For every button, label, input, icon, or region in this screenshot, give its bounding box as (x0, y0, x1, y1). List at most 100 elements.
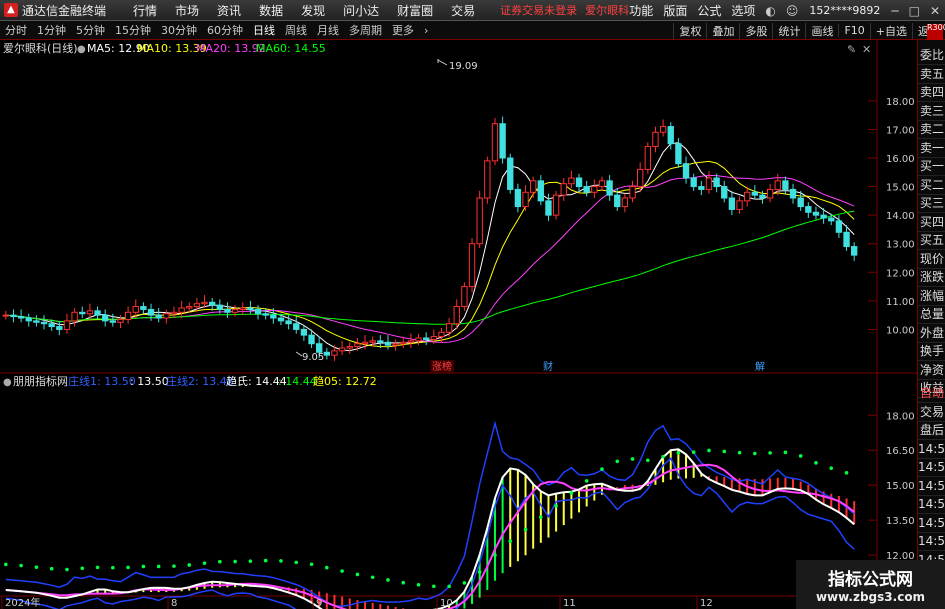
candle-body (805, 206, 812, 213)
side-tab-quote[interactable]: 涨跌 (918, 268, 945, 287)
marker-cai[interactable]: 财 (543, 360, 553, 373)
minimize-icon[interactable]: ─ (886, 4, 903, 18)
side-tab-quote[interactable]: 委比 (918, 46, 945, 65)
indicator-dot (309, 562, 314, 567)
menu-item-hangqing[interactable]: 行情 (124, 2, 166, 19)
period-1min[interactable]: 1分钟 (32, 22, 71, 38)
candle-body (277, 317, 285, 322)
candle-body (552, 194, 560, 216)
side-tab-trade[interactable]: 自动 (918, 384, 945, 403)
user-icon[interactable]: ☺ (781, 4, 804, 18)
chevron-right-icon[interactable]: › (419, 24, 433, 37)
side-tab-quote[interactable]: 卖二 (918, 120, 945, 139)
maximize-icon[interactable]: □ (904, 4, 925, 18)
side-tab-quote[interactable]: 现价 (918, 250, 945, 269)
close-panel-icon[interactable]: ✕ (862, 43, 871, 56)
f10-button[interactable]: F10 (838, 24, 869, 37)
side-tab-quote[interactable]: 外盘 (918, 324, 945, 343)
candle-body (499, 123, 506, 159)
period-15min[interactable]: 15分钟 (110, 22, 156, 38)
marker-zhangbang[interactable]: 涨榜 (432, 360, 452, 373)
side-tab-quote[interactable]: 涨幅 (918, 287, 945, 306)
menu-item-jiaoyi[interactable]: 交易 (442, 2, 484, 19)
high-price-label: 19.09 (449, 61, 478, 72)
main-y-tick-label: 18.00 (886, 97, 915, 108)
period-fenshi[interactable]: 分时 (0, 22, 32, 38)
candle-body (209, 301, 216, 306)
menu-xuanxiang[interactable]: 选项 (726, 2, 760, 19)
side-tab-quote[interactable]: 买二 (918, 176, 945, 195)
side-tab-quote[interactable]: 卖四 (918, 83, 945, 102)
candle-body (820, 214, 827, 219)
side-tab-trade[interactable]: 14:56 (918, 532, 945, 551)
indicator-dot (202, 561, 207, 565)
period-more[interactable]: 更多 (387, 22, 419, 38)
candle-body (377, 340, 384, 343)
menu-item-zixun[interactable]: 资讯 (208, 2, 250, 19)
r300-badge: R300 (927, 24, 945, 40)
headset-icon[interactable]: ◐ (760, 4, 780, 18)
side-tab-quote[interactable]: 买四 (918, 213, 945, 232)
multi-stock-button[interactable]: 多股 (739, 22, 772, 39)
user-phone[interactable]: 152****9892 (803, 4, 886, 17)
candle-body (94, 310, 101, 316)
menu-item-shichang[interactable]: 市场 (166, 2, 208, 19)
menu-item-caifuquan[interactable]: 财富圈 (388, 2, 442, 19)
indicator-settings-icon[interactable]: ● (3, 377, 12, 388)
side-tab-quote[interactable]: 卖一 (918, 139, 945, 158)
login-warning[interactable]: 证券交易未登录 (500, 2, 577, 18)
candle-body (721, 186, 728, 199)
candle-body (193, 303, 201, 308)
side-tab-quote[interactable]: 买五 (918, 231, 945, 250)
app-logo-icon: ▲ (4, 3, 18, 17)
pin-icon[interactable]: ✎ (847, 43, 856, 56)
indicator-dot (187, 563, 192, 567)
period-5min[interactable]: 5分钟 (71, 22, 110, 38)
indicator-dot (19, 563, 23, 568)
menu-gongneng[interactable]: 功能 (624, 2, 658, 19)
fuquan-button[interactable]: 复权 (673, 22, 706, 39)
side-tab-quote[interactable]: 总量 (918, 305, 945, 324)
side-tab-trade[interactable]: 14:56 (918, 514, 945, 533)
side-tab-trade[interactable]: 盘后 (918, 421, 945, 440)
candle-body (338, 347, 346, 352)
menu-banmian[interactable]: 版面 (658, 2, 692, 19)
side-tab-quote[interactable]: 卖五 (918, 65, 945, 84)
side-tab-quote[interactable]: 买一 (918, 157, 945, 176)
side-tab-quote[interactable]: 换手 (918, 342, 945, 361)
overlay-button[interactable]: 叠加 (706, 22, 739, 39)
menu-item-shuju[interactable]: 数据 (250, 2, 292, 19)
period-daily[interactable]: 日线 (248, 22, 280, 38)
settings-dot-icon[interactable]: ● (77, 44, 86, 55)
menu-gongshi[interactable]: 公式 (692, 2, 726, 19)
side-tab-trade[interactable]: 14:56 (918, 495, 945, 514)
indicator-dot (4, 562, 8, 567)
period-weekly[interactable]: 周线 (280, 22, 312, 38)
draw-line-button[interactable]: 画线 (805, 22, 838, 39)
period-monthly[interactable]: 月线 (312, 22, 344, 38)
menu-item-wenxiaoda[interactable]: 问小达 (334, 2, 388, 19)
indicator-dot (248, 559, 253, 563)
candle-body (430, 336, 437, 340)
marker-jie[interactable]: 解 (755, 360, 765, 373)
statistics-button[interactable]: 统计 (772, 22, 805, 39)
candle-body (354, 343, 361, 348)
side-tab-trade[interactable]: 14:56 (918, 440, 945, 459)
side-tab-quote[interactable]: 卖三 (918, 102, 945, 121)
kline-chart[interactable]: 爱尔眼科(日线) ● MA5: 12.90 MA10: 13.39 MA20: … (0, 40, 917, 609)
add-watchlist-button[interactable]: +自选 (869, 22, 912, 39)
period-30min[interactable]: 30分钟 (156, 22, 202, 38)
menu-item-faxian[interactable]: 发现 (292, 2, 334, 19)
side-tab-trade[interactable]: 14:56 (918, 458, 945, 477)
period-60min[interactable]: 60分钟 (202, 22, 248, 38)
candle-body (201, 301, 208, 305)
side-tab-trade[interactable]: 14:56 (918, 477, 945, 496)
side-tab-quote[interactable]: 买三 (918, 194, 945, 213)
x-tick-label: 8 (171, 598, 177, 609)
period-multi[interactable]: 多周期 (344, 22, 387, 38)
side-tab-quote[interactable]: 净资 (918, 361, 945, 380)
side-tab-trade[interactable]: 交易 (918, 403, 945, 422)
indicator-dot (126, 565, 130, 570)
close-icon[interactable]: ✕ (925, 4, 945, 18)
candle-body (659, 126, 667, 133)
